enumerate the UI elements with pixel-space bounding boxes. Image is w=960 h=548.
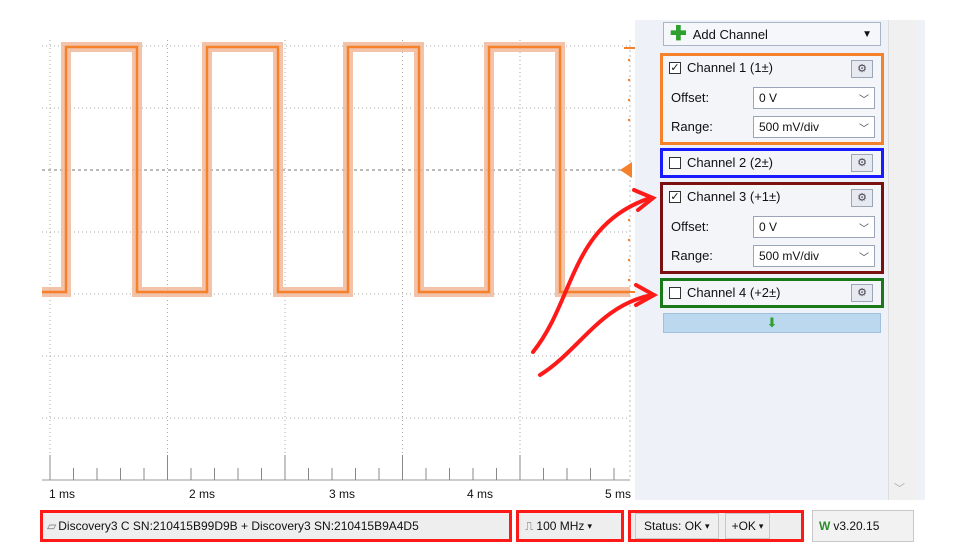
chevron-down-icon: ﹀: [859, 123, 869, 135]
add-channel-button[interactable]: ✚ Add Channel ▼: [663, 22, 881, 46]
scroll-down-icon[interactable]: ﹀: [894, 480, 905, 496]
chevron-down-icon: ﹀: [859, 94, 869, 106]
oscilloscope-plot[interactable]: 1 ms 2 ms 3 ms 4 ms 5 ms: [0, 0, 635, 505]
channel-2-checkbox[interactable]: [669, 156, 681, 169]
channel-1-settings-icon[interactable]: ⚙: [851, 60, 873, 78]
channel-3-range-select[interactable]: 500 mV/div ﹀: [753, 245, 875, 267]
level-dot: [627, 278, 631, 282]
chevron-down-icon: ﹀: [859, 223, 869, 235]
channel-2-group: Channel 2 (2±) ⚙: [660, 148, 884, 178]
time-tick-label: 1 ms: [49, 487, 75, 501]
level-dot: [627, 58, 631, 62]
waveforms-logo-icon: W: [819, 519, 831, 533]
status-group: Status: OK ▾ +OK ▾: [628, 510, 804, 542]
channel-4-label: Channel 4 (+2±): [687, 285, 781, 300]
channel-1-label: Channel 1 (1±): [687, 60, 773, 75]
channel-1-range-value: 500 mV/div: [759, 120, 820, 134]
channel-2-settings-icon[interactable]: ⚙: [851, 154, 873, 172]
level-dot: [627, 98, 631, 102]
channel-3-group: ✓ Channel 3 (+1±) ⚙ Offset: 0 V ﹀ Range:…: [660, 182, 884, 274]
channel-1-group: ✓ Channel 1 (1±) ⚙ Offset: 0 V ﹀ Range: …: [660, 53, 884, 145]
version-badge[interactable]: W v3.20.15: [812, 510, 914, 542]
level-dot: [627, 218, 631, 222]
channel-1-checkbox[interactable]: ✓: [669, 61, 681, 74]
dropdown-arrow-icon: ▾: [758, 520, 764, 531]
down-arrow-icon: ⬇: [766, 315, 778, 330]
clock-label: 100 MHz: [536, 519, 585, 533]
ok-button[interactable]: +OK ▾: [724, 513, 771, 539]
clock-icon: ⎍: [525, 518, 534, 533]
clock-select[interactable]: ⎍ 100 MHz ▾: [516, 510, 624, 542]
level-dot: [627, 238, 631, 242]
channel-2-header: Channel 2 (2±): [669, 155, 773, 170]
device-icon: ▱: [47, 519, 57, 533]
channel-3-range-value: 500 mV/div: [759, 249, 820, 263]
status-label: Status: OK: [644, 519, 703, 533]
channel-4-header: Channel 4 (+2±): [669, 285, 781, 300]
level-dot: [627, 258, 631, 262]
dropdown-arrow-icon[interactable]: ▼: [862, 29, 872, 40]
channel-3-offset-label: Offset:: [671, 219, 710, 234]
add-channel-bar[interactable]: ⬇: [663, 313, 881, 333]
channel-1-header: ✓ Channel 1 (1±): [669, 60, 773, 75]
channel-4-settings-icon[interactable]: ⚙: [851, 284, 873, 302]
plus-icon: ✚: [670, 23, 687, 45]
time-tick-label: 2 ms: [189, 487, 215, 501]
ok-label: +OK: [731, 519, 756, 533]
device-label: Discovery3 C SN:210415B99D9B + Discovery…: [58, 519, 419, 533]
channel-1-range-label: Range:: [671, 119, 713, 134]
channel-3-offset-select[interactable]: 0 V ﹀: [753, 216, 875, 238]
channel-4-checkbox[interactable]: [669, 286, 681, 299]
channel-4-group: Channel 4 (+2±) ⚙: [660, 278, 884, 308]
add-channel-label: Add Channel: [692, 26, 768, 42]
time-tick-label: 3 ms: [329, 487, 355, 501]
device-status[interactable]: ▱ Discovery3 C SN:210415B99D9B + Discove…: [40, 510, 512, 542]
status-button[interactable]: Status: OK ▾: [635, 513, 719, 539]
channel-2-label: Channel 2 (2±): [687, 155, 773, 170]
channel-3-range-label: Range:: [671, 248, 713, 263]
channel-3-label: Channel 3 (+1±): [687, 189, 781, 204]
dropdown-arrow-icon: ▾: [587, 520, 592, 531]
version-label: v3.20.15: [833, 519, 880, 533]
time-tick-label: 5 ms: [605, 487, 631, 501]
channel-1-offset-label: Offset:: [671, 90, 710, 105]
channel-1-offset-select[interactable]: 0 V ﹀: [753, 87, 875, 109]
channel-3-offset-value: 0 V: [759, 220, 778, 234]
level-dot: [627, 78, 631, 82]
channel-3-settings-icon[interactable]: ⚙: [851, 189, 873, 207]
channel-1-range-select[interactable]: 500 mV/div ﹀: [753, 116, 875, 138]
dropdown-arrow-icon: ▾: [705, 520, 710, 531]
time-tick-label: 4 ms: [467, 487, 493, 501]
chevron-down-icon: ﹀: [859, 252, 869, 264]
panel-scrollbar[interactable]: [888, 20, 917, 500]
level-dot: [627, 118, 631, 122]
channel-3-checkbox[interactable]: ✓: [669, 190, 681, 203]
channel-1-offset-value: 0 V: [759, 91, 778, 105]
channel-3-header: ✓ Channel 3 (+1±): [669, 189, 781, 204]
